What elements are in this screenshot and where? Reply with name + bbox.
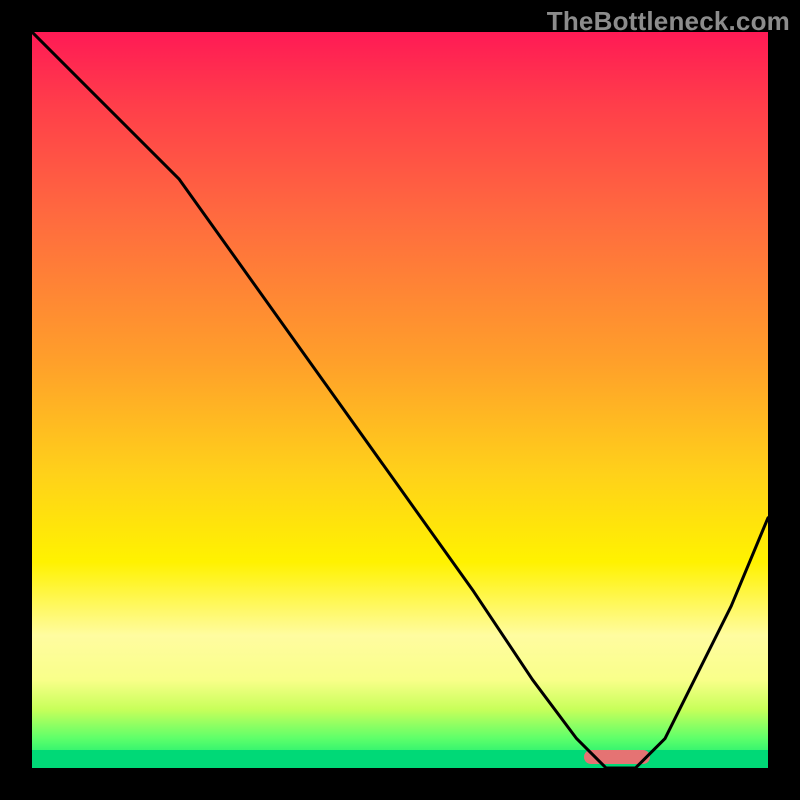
plot-area xyxy=(32,32,768,768)
chart-frame: TheBottleneck.com xyxy=(0,0,800,800)
bottleneck-curve xyxy=(32,32,768,768)
